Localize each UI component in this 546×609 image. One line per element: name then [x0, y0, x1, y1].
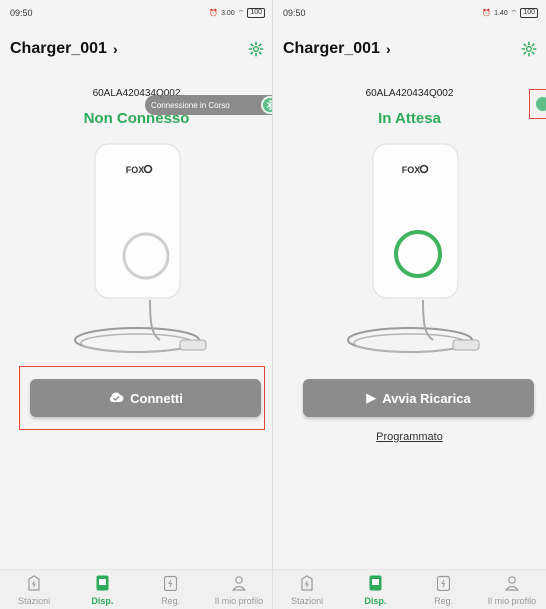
status-bar: 09:50 ⏰ 1.40 ⌔ 100 — [273, 0, 546, 26]
connection-state: In Attesa — [378, 110, 441, 127]
serial-number: 60ALA420434Q002 — [365, 88, 454, 99]
battery-icon: 100 — [247, 8, 265, 18]
charger-brand: FOX — [402, 165, 421, 175]
station-icon — [27, 574, 41, 592]
tab-devices[interactable]: Disp. — [341, 570, 409, 609]
profile-icon — [231, 574, 246, 592]
charger-brand: FOX — [126, 165, 145, 175]
bluetooth-icon — [534, 95, 546, 113]
tab-label: Reg. — [161, 596, 181, 606]
device-title: Charger_001 — [283, 40, 380, 57]
cloud-check-icon — [108, 391, 124, 406]
connect-button-label: Connetti — [130, 390, 183, 406]
profile-icon — [504, 574, 519, 592]
station-icon — [300, 574, 314, 592]
tab-stations[interactable]: Stazioni — [0, 570, 68, 609]
tab-profile[interactable]: Il mio profilo — [478, 570, 546, 609]
tab-label: Reg. — [434, 596, 454, 606]
wifi-icon: ⌔ — [237, 9, 245, 17]
alarm-icon: ⏰ — [209, 10, 219, 17]
status-time: 09:50 — [10, 8, 33, 18]
screen-divider — [272, 0, 273, 609]
connecting-toast: Connessione in Corso — [145, 95, 273, 115]
settings-gear-icon[interactable] — [247, 40, 265, 58]
device-selector[interactable]: Charger_001 › — [283, 40, 391, 58]
tab-label: Stazioni — [18, 596, 51, 606]
tab-label: Disp. — [91, 596, 114, 606]
alarm-icon: ⏰ — [482, 10, 492, 17]
start-charging-label: Avvia Ricarica — [382, 390, 471, 406]
bluetooth-status-highlight — [529, 89, 546, 119]
play-icon: ▶ — [366, 390, 377, 405]
left-screen: 09:50 ⏰ 3.00 ⌔ 100 Charger_001 › 60ALA42… — [0, 0, 273, 609]
tab-label: Il mio profilo — [487, 596, 537, 606]
toast-text: Connessione in Corso — [151, 100, 230, 110]
tab-records[interactable]: Reg. — [410, 570, 478, 609]
scheduled-link[interactable]: Programmato — [273, 431, 546, 443]
network-speed: 1.40 — [494, 9, 508, 17]
connect-button[interactable]: Connetti — [30, 379, 261, 417]
tab-label: Il mio profilo — [214, 596, 264, 606]
tab-label: Disp. — [364, 596, 387, 606]
device-icon — [369, 574, 382, 592]
status-bar: 09:50 ⏰ 3.00 ⌔ 100 — [0, 0, 273, 26]
start-charging-button[interactable]: ▶ Avvia Ricarica — [303, 379, 534, 417]
status-time: 09:50 — [283, 8, 306, 18]
bottom-tab-bar: Stazioni Disp. Reg. Il mio profilo — [0, 569, 273, 609]
chevron-right-icon: › — [112, 41, 118, 57]
charger-illustration: FOX — [74, 143, 207, 353]
records-icon — [437, 574, 451, 592]
tab-profile[interactable]: Il mio profilo — [205, 570, 273, 609]
bottom-tab-bar: Stazioni Disp. Reg. Il mio profilo — [273, 569, 546, 609]
network-speed: 3.00 — [221, 9, 235, 17]
device-title: Charger_001 — [10, 40, 107, 57]
tab-records[interactable]: Reg. — [137, 570, 205, 609]
device-header: Charger_001 › — [10, 40, 265, 58]
device-icon — [96, 574, 109, 592]
status-icons: ⏰ 1.40 ⌔ 100 — [482, 8, 538, 18]
tab-label: Stazioni — [291, 596, 324, 606]
chevron-right-icon: › — [385, 41, 391, 57]
device-selector[interactable]: Charger_001 › — [10, 40, 118, 58]
right-screen: 09:50 ⏰ 1.40 ⌔ 100 Charger_001 › 60ALA42… — [273, 0, 546, 609]
device-header: Charger_001 › — [283, 40, 538, 58]
settings-gear-icon[interactable] — [520, 40, 538, 58]
status-icons: ⏰ 3.00 ⌔ 100 — [209, 8, 265, 18]
charger-illustration: FOX — [347, 143, 480, 353]
battery-icon: 100 — [520, 8, 538, 18]
tab-stations[interactable]: Stazioni — [273, 570, 341, 609]
tab-devices[interactable]: Disp. — [68, 570, 136, 609]
records-icon — [164, 574, 178, 592]
wifi-icon: ⌔ — [510, 9, 518, 17]
